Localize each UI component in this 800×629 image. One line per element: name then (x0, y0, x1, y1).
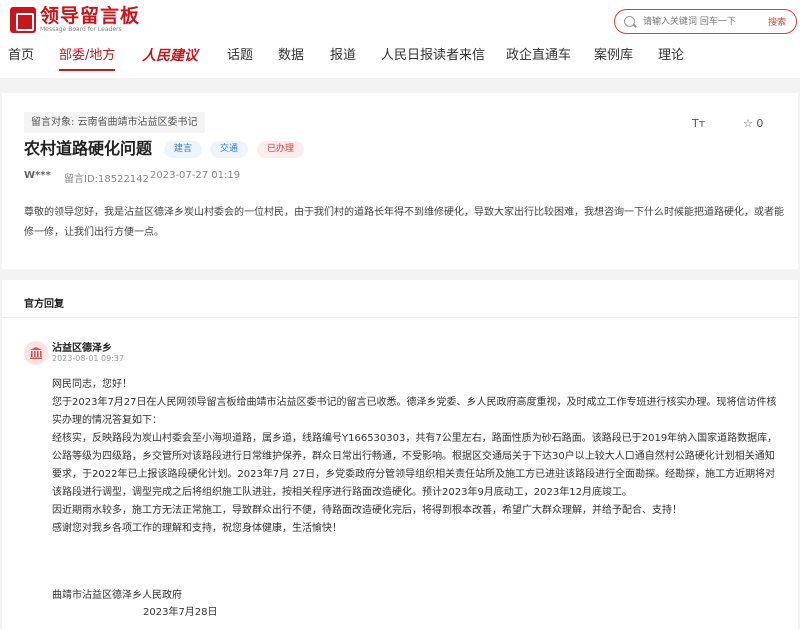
reply-paragraph: 经核实，反映路段为炭山村委会至小海坝道路，属乡道，线路编号Y166530303，… (52, 433, 778, 498)
logo-title: 领导留言板 (40, 5, 141, 27)
reply-paragraph: 您于2023年7月27日在人民网领导留言板给曲靖市沾益区委书记的留言已收悉。德泽… (52, 397, 777, 426)
main-nav: 首页 部委/地方 人民建议 话题 数据 报道 人民日报读者来信 政企直通车 案例… (0, 44, 800, 71)
nav-theory[interactable]: 理论 (658, 44, 684, 68)
nav-ministries-local[interactable]: 部委/地方 (59, 44, 116, 71)
avatar (24, 341, 48, 365)
logo-subtitle: Message Board for Leaders (40, 26, 122, 33)
reply-time: 2023-08-01 09:37 (52, 354, 125, 363)
message-time: 2023-07-27 01:19 (150, 170, 241, 181)
target-value[interactable]: 云南省曲靖市沾益区委书记 (78, 117, 198, 128)
government-building-icon (30, 347, 42, 359)
message-content: 尊敬的领导您好，我是沾益区德泽乡炭山村委会的一位村民，由于我们村的道路长年得不到… (24, 207, 784, 238)
search-button[interactable]: 搜索 (768, 15, 786, 28)
nav-reports[interactable]: 报道 (330, 44, 356, 68)
status-badge: 已办理 (257, 141, 305, 158)
nav-case-library[interactable]: 案例库 (594, 44, 633, 68)
official-reply-card: 官方回复 沾益区德泽乡 2023-08-01 09:37 网民同志，您好！ 您于… (2, 280, 798, 629)
reply-paragraph: 感谢您对我乡各项工作的理解和支持，祝您身体健康，生活愉快！ (52, 523, 342, 534)
site-header: 领导留言板 Message Board for Leaders 搜索 首页 部委… (0, 0, 800, 78)
tag-suggestion[interactable]: 建言 (164, 141, 203, 158)
nav-data[interactable]: 数据 (278, 44, 304, 68)
reply-paragraph: 网民同志，您好！ (52, 379, 132, 390)
tag-traffic[interactable]: 交通 (210, 141, 249, 158)
favorite-button[interactable]: ☆ 0 (743, 117, 763, 130)
signature-date: 2023年7月28日 (143, 607, 218, 618)
reply-section-title: 官方回复 (24, 299, 64, 310)
message-title: 农村道路硬化问题 (24, 139, 153, 158)
search-input[interactable] (643, 14, 763, 30)
signature-org: 曲靖市沾益区德泽乡人民政府 (52, 590, 182, 601)
nav-topics[interactable]: 话题 (227, 44, 253, 68)
nav-people-suggestions[interactable]: 人民建议 (142, 44, 198, 68)
message-author: W*** (24, 170, 51, 181)
search-icon (624, 16, 635, 27)
target-label: 留言对象: (31, 117, 75, 128)
nav-reader-letters[interactable]: 人民日报读者来信 (381, 44, 485, 68)
nav-home[interactable]: 首页 (8, 44, 34, 68)
logo-icon (10, 7, 36, 33)
reply-content: 网民同志，您好！ 您于2023年7月27日在人民网领导留言板给曲靖市沾益区委书记… (52, 376, 782, 538)
reply-paragraph: 因近期雨水较多，施工方无法正常施工，导致群众出行不便，待路面改造硬化完后，将得到… (52, 505, 682, 516)
search-box: 搜索 (614, 9, 797, 34)
replier-name: 沾益区德泽乡 (52, 343, 112, 354)
message-card: 留言对象: 云南省曲靖市沾益区委书记 Tт ☆ 0 农村道路硬化问题 建言 交通… (2, 93, 798, 269)
message-target: 留言对象: 云南省曲靖市沾益区委书记 (24, 112, 205, 133)
divider (2, 317, 798, 318)
font-size-button[interactable]: Tт (692, 117, 705, 130)
nav-enterprise-channel[interactable]: 政企直通车 (506, 44, 571, 68)
site-logo[interactable]: 领导留言板 Message Board for Leaders (10, 6, 140, 34)
message-id: 留言ID:18522142 (64, 174, 149, 185)
